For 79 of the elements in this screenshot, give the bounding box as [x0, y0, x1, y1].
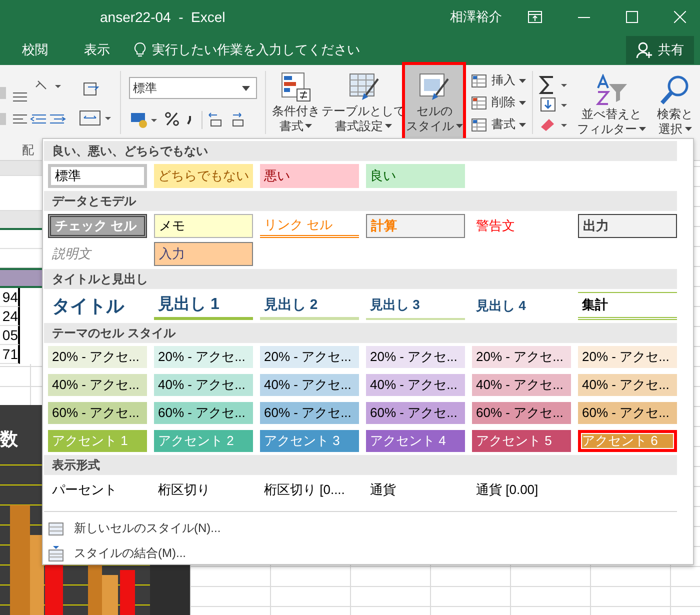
number-format-dropdown[interactable]: 標準: [128, 77, 257, 99]
cell-style-option[interactable]: 40% - アクセ...: [578, 374, 677, 396]
ribbon-display-icon[interactable]: [528, 11, 542, 23]
cell-style-option[interactable]: 20% - アクセ...: [472, 346, 571, 368]
section-header: 表示形式: [44, 455, 677, 475]
cell-style-option[interactable]: 20% - アクセ...: [260, 346, 359, 368]
cell-style-option[interactable]: 20% - アクセ...: [366, 346, 465, 368]
cells-command-button[interactable]: 書式: [471, 115, 528, 134]
caret-icon: [639, 126, 646, 130]
caret-icon: [385, 124, 392, 128]
close-icon[interactable]: [674, 11, 686, 23]
cell-style-option[interactable]: 40% - アクセ...: [154, 374, 253, 396]
cell-style-option[interactable]: 60% - アクセ...: [260, 402, 359, 424]
caret-icon: [242, 86, 250, 90]
section-header: 良い、悪い、どちらでもない: [44, 141, 677, 161]
cell-style-option[interactable]: 良い: [366, 164, 465, 188]
chart-bar: [120, 570, 135, 615]
cell-style-option[interactable]: 20% - アクセ...: [154, 346, 253, 368]
caret-icon: [519, 122, 526, 126]
cell-style-option[interactable]: メモ: [154, 214, 253, 238]
caret-icon: [456, 124, 463, 128]
ribbon-tab[interactable]: 表示: [70, 34, 124, 65]
ribbon-tab[interactable]: 校閲: [8, 34, 62, 65]
cells-command-button[interactable]: 削除: [471, 93, 528, 112]
conditional-format-icon: [280, 71, 312, 103]
table-cell: 71: [2, 345, 18, 363]
cells-command-icon: [471, 74, 488, 88]
section-header: テーマのセル スタイル: [44, 323, 677, 343]
ribbon-button[interactable]: 検索と 選択: [650, 68, 700, 138]
cell-style-option[interactable]: 40% - アクセ...: [472, 374, 571, 396]
cells-command-button[interactable]: 挿入: [471, 71, 528, 90]
cell-style-option[interactable]: 20% - アクセ...: [578, 346, 677, 368]
cell-style-option[interactable]: 集計: [578, 292, 677, 320]
new-style-icon: [48, 522, 64, 536]
cell-style-option[interactable]: 60% - アクセ...: [48, 402, 147, 424]
merge-styles-icon: [48, 546, 64, 562]
user-name: 相澤裕介: [450, 8, 502, 26]
group-label: 配: [22, 142, 34, 158]
cell-style-option[interactable]: アクセント 4: [366, 430, 465, 452]
menu-item[interactable]: スタイルの結合(M)...: [44, 543, 190, 564]
table-header-cell: [0, 268, 42, 288]
table-cell: 05: [2, 326, 18, 344]
table-format-icon: [348, 71, 380, 103]
cell-style-option[interactable]: 標準: [48, 164, 147, 188]
cell-style-option[interactable]: 悪い: [260, 164, 359, 188]
caret-icon: [519, 100, 526, 104]
caret-icon: [684, 126, 692, 130]
cell-styles-icon: [418, 71, 450, 103]
cell-style-option[interactable]: 40% - アクセ...: [260, 374, 359, 396]
cell-style-option[interactable]: 60% - アクセ...: [154, 402, 253, 424]
lightbulb-icon: [134, 42, 146, 58]
ribbon-button[interactable]: セルの スタイル: [405, 65, 464, 140]
ribbon-button[interactable]: 並べ替えと フィルター: [575, 68, 648, 138]
cells-command-icon: [471, 118, 488, 132]
table-cell: 94: [2, 288, 18, 306]
maximize-icon[interactable]: [626, 11, 638, 23]
cell-style-option[interactable]: 出力: [578, 214, 677, 238]
caret-icon: [519, 78, 526, 82]
window-title: anser22-04 - Excel: [100, 9, 226, 25]
chart-title: 数: [0, 428, 18, 451]
sort-filter-icon: [594, 74, 629, 106]
cell-style-option[interactable]: どちらでもない: [154, 164, 253, 188]
cell-style-option[interactable]: 入力: [154, 242, 253, 266]
table-cell: 24: [2, 307, 18, 325]
cell-style-option[interactable]: 60% - アクセ...: [366, 402, 465, 424]
tell-me-field[interactable]: 実行したい作業を入力してください: [150, 41, 404, 58]
menu-item[interactable]: 新しいセルのスタイル(N)...: [44, 518, 225, 539]
cell-style-option[interactable]: アクセント 5: [472, 430, 571, 452]
cells-command-icon: [471, 96, 488, 110]
cell-style-option[interactable]: 40% - アクセ...: [48, 374, 147, 396]
cell-style-option[interactable]: 40% - アクセ...: [366, 374, 465, 396]
section-header: データとモデル: [44, 191, 677, 211]
person-add-icon: [636, 40, 654, 58]
section-header: タイトルと見出し: [44, 269, 677, 289]
cell-style-option[interactable]: 60% - アクセ...: [472, 402, 571, 424]
cell-style-option[interactable]: 20% - アクセ...: [48, 346, 147, 368]
caret-icon: [305, 124, 312, 128]
share-button[interactable]: 共有: [626, 36, 694, 64]
cell-style-option[interactable]: 60% - アクセ...: [578, 402, 677, 424]
